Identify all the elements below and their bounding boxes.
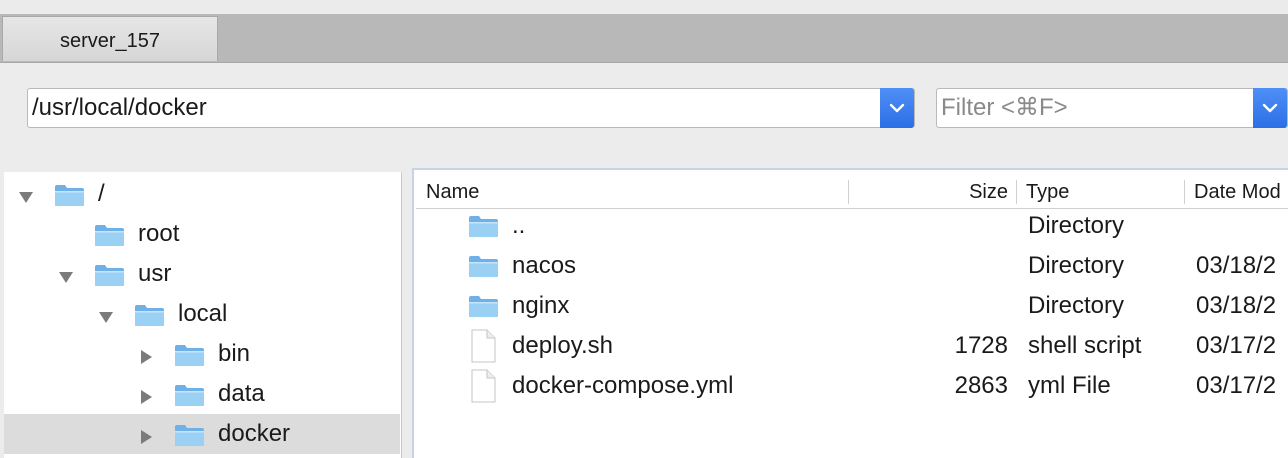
path-dropdown-button[interactable] <box>880 88 914 128</box>
file-type: Directory <box>1028 212 1125 239</box>
tree-item[interactable]: docker <box>4 414 400 454</box>
chevron-down-icon <box>889 103 905 113</box>
file-size: 2863 <box>954 372 1008 399</box>
folder-icon <box>174 423 205 447</box>
disclosure-expanded-icon[interactable] <box>97 305 115 323</box>
folder-icon <box>54 183 85 207</box>
column-divider[interactable] <box>848 180 849 204</box>
tree-item[interactable]: / <box>4 174 400 214</box>
file-row[interactable]: docker-compose.yml 2863 yml File 03/17/2 <box>416 366 1288 406</box>
folder-icon <box>468 294 499 318</box>
file-row[interactable]: deploy.sh 1728 shell script 03/17/2 <box>416 326 1288 366</box>
chevron-down-icon <box>1262 103 1278 113</box>
disclosure-collapsed-icon[interactable] <box>137 385 155 404</box>
file-date: 03/17/2 <box>1196 372 1277 399</box>
disclosure-collapsed-icon[interactable] <box>137 345 155 364</box>
filter-combobox[interactable] <box>936 88 1288 128</box>
tab-label: server_157 <box>59 29 161 52</box>
file-date: 03/18/2 <box>1196 292 1277 319</box>
file-name: nginx <box>512 292 570 319</box>
file-type: yml File <box>1028 372 1111 399</box>
column-divider[interactable] <box>1016 180 1017 204</box>
tree-item-label: local <box>178 300 228 327</box>
file-size <box>856 286 1008 326</box>
tab-server[interactable]: server_157 <box>2 16 218 61</box>
tree-item[interactable]: data <box>4 374 400 414</box>
file-date <box>1196 206 1288 246</box>
tree-item-label: / <box>98 180 105 207</box>
column-header-size[interactable]: Size <box>856 177 1008 207</box>
file-type: shell script <box>1028 332 1142 359</box>
window-top-strip <box>0 0 1288 15</box>
folder-icon <box>468 214 499 238</box>
column-header-date[interactable]: Date Mod <box>1194 177 1288 207</box>
column-divider[interactable] <box>1184 180 1185 204</box>
file-size: 1728 <box>954 332 1008 359</box>
file-name: deploy.sh <box>512 332 613 359</box>
folder-icon <box>94 223 125 247</box>
file-date: 03/18/2 <box>1196 252 1277 279</box>
file-list-header: Name Size Type Date Mod <box>416 177 1288 209</box>
file-type: Directory <box>1028 252 1125 279</box>
tree-item[interactable]: bin <box>4 334 400 374</box>
tree-item[interactable]: local <box>4 294 400 334</box>
filter-input[interactable] <box>941 94 1241 122</box>
disclosure-collapsed-icon[interactable] <box>137 425 155 444</box>
disclosure-expanded-icon[interactable] <box>57 265 75 283</box>
file-row[interactable]: nacos Directory 03/18/2 <box>416 246 1288 286</box>
folder-icon <box>174 343 205 367</box>
column-header-name[interactable]: Name <box>426 177 479 207</box>
path-combobox[interactable]: /usr/local/docker <box>27 88 915 128</box>
folder-icon <box>94 263 125 287</box>
file-row[interactable]: .. Directory <box>416 206 1288 246</box>
filter-dropdown-button[interactable] <box>1253 88 1287 128</box>
file-row[interactable]: nginx Directory 03/18/2 <box>416 286 1288 326</box>
tree-item-label: bin <box>218 340 251 367</box>
file-size <box>856 246 1008 286</box>
folder-icon <box>174 383 205 407</box>
file-size <box>856 206 1008 246</box>
tree-item-label: usr <box>138 260 172 287</box>
tree-item-label: root <box>138 220 180 247</box>
folder-icon <box>468 254 499 278</box>
file-name: nacos <box>512 252 577 279</box>
path-value: /usr/local/docker <box>32 94 207 121</box>
file-icon <box>470 329 496 363</box>
file-date: 03/17/2 <box>1196 332 1277 359</box>
folder-icon <box>134 303 165 327</box>
file-name: docker-compose.yml <box>512 372 734 399</box>
tree-item-label: data <box>218 380 265 407</box>
file-icon <box>470 369 496 403</box>
column-header-type[interactable]: Type <box>1026 177 1069 207</box>
file-name: .. <box>512 212 526 239</box>
tree-item[interactable]: root <box>4 214 400 254</box>
file-type: Directory <box>1028 292 1125 319</box>
tree-item[interactable]: usr <box>4 254 400 294</box>
disclosure-expanded-icon[interactable] <box>17 185 35 203</box>
tree-item-label: docker <box>218 420 291 447</box>
